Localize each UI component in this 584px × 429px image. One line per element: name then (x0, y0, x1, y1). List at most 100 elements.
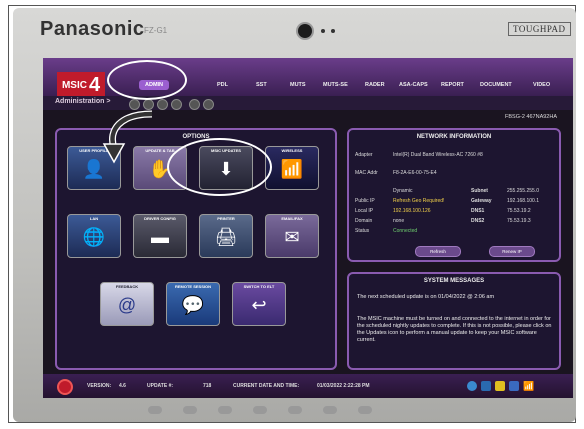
tab-document[interactable]: DOCUMENT (480, 82, 512, 88)
subnet-value: 255.255.255.0 (507, 188, 539, 194)
sensor-dot (321, 29, 325, 33)
local-ip-value: 192.168.100.126 (393, 208, 431, 214)
hardware-button[interactable] (323, 406, 337, 414)
subnet-label: Subnet (471, 188, 488, 194)
gateway-label: Gateway (471, 198, 492, 204)
domain-value: none (393, 218, 405, 224)
update-label: UPDATE #: (147, 383, 174, 389)
dns2-value: 75.53.19.3 (507, 218, 531, 224)
datetime-value: 01/03/2022 2:22:28 PM (317, 383, 370, 389)
tile-label: DRIVER CONFIG (144, 216, 176, 221)
mac-label: MAC Addr (355, 170, 378, 176)
status-label: Status (355, 228, 370, 234)
hardware-button[interactable] (288, 406, 302, 414)
annotation-circle-updates (167, 138, 272, 196)
tile-remote-session[interactable]: REMOTE SESSION 💬 (166, 282, 220, 326)
tile-label: LAN (89, 216, 99, 221)
display-icon[interactable] (509, 381, 519, 391)
globe-icon: 🌐 (82, 227, 106, 247)
annotation-arrow-icon (102, 110, 153, 164)
network-panel: NETWORK INFORMATION Adapter Intel(R) Dua… (347, 128, 561, 262)
breadcrumb[interactable]: Administration > (55, 98, 110, 105)
tab-pdl[interactable]: PDL (217, 82, 228, 88)
system-messages-panel: SYSTEM MESSAGES The next scheduled updat… (347, 272, 561, 370)
tablet-device: Panasonic FZ-G1 TOUGHPAD MSIC 4 ADMIN PDL… (13, 8, 576, 422)
tab-video[interactable]: VIDEO (533, 82, 550, 88)
tile-printer[interactable]: PRINTER 🖨 (199, 214, 253, 258)
nav-circle[interactable] (171, 99, 182, 110)
status-value: Connected (393, 228, 418, 234)
local-ip-label: Local IP (355, 208, 374, 214)
toughpad-badge: TOUGHPAD (508, 22, 571, 36)
power-icon[interactable] (57, 379, 73, 395)
annotation-circle-admin (107, 60, 187, 100)
network-title: NETWORK INFORMATION (416, 134, 492, 140)
camera-icon (298, 24, 312, 38)
tile-label: FEEDBACK (115, 284, 139, 289)
wifi-icon: 📶 (280, 159, 304, 179)
return-arrow-icon: ↩ (251, 295, 267, 315)
brand-logo: Panasonic (40, 18, 145, 40)
adapter-label: Adapter (355, 152, 373, 158)
serial-number: FBSG-2 467NA92HA (505, 114, 557, 120)
version-value: 4.6 (119, 383, 126, 389)
tile-label: REMOTE SESSION (174, 284, 211, 289)
wifi-tray-icon[interactable]: 📶 (523, 381, 534, 391)
printer-icon: 🖨 (214, 227, 238, 247)
logo-text: MSIC (61, 79, 87, 91)
messages-title: SYSTEM MESSAGES (423, 278, 485, 284)
hardware-button[interactable] (358, 406, 372, 414)
update-value: 718 (203, 383, 212, 389)
nav-circle[interactable] (189, 99, 200, 110)
public-ip-label: Public IP (355, 198, 375, 204)
tab-report[interactable]: REPORT (441, 82, 464, 88)
public-ip-value[interactable]: Refresh Geo Required! (393, 198, 444, 204)
sensor-dot (331, 29, 335, 33)
tile-label: SWITCH TO ELT (243, 284, 275, 289)
dns1-value: 75.53.19.2 (507, 208, 531, 214)
dns2-label: DNS2 (471, 218, 485, 224)
tab-sst[interactable]: SST (256, 82, 267, 88)
tile-switch-to-elt[interactable]: SWITCH TO ELT ↩ (232, 282, 286, 326)
envelope-icon: ✉ (284, 227, 300, 247)
tile-wireless[interactable]: WIRELESS 📶 (265, 146, 319, 190)
adapter-value: Intel(R) Dual Band Wireless-AC 7260 #8 (393, 152, 483, 158)
tile-feedback[interactable]: FEEDBACK @ (100, 282, 154, 326)
logo-number: 4 (88, 73, 101, 96)
tile-email-fax[interactable]: EMAIL/FAX ✉ (265, 214, 319, 258)
chat-icon: 💬 (181, 295, 205, 315)
tile-driver-config[interactable]: DRIVER CONFIG ▬ (133, 214, 187, 258)
hardware-button[interactable] (183, 406, 197, 414)
tab-muts-se[interactable]: MUTS-SE (323, 82, 348, 88)
tile-label: EMAIL/FAX (281, 216, 303, 221)
nav-circle[interactable] (203, 99, 214, 110)
folder-icon[interactable] (495, 381, 505, 391)
options-title: OPTIONS (182, 134, 210, 140)
domain-label: Domain (355, 218, 373, 224)
hardware-button[interactable] (218, 406, 232, 414)
tile-label: PRINTER (217, 216, 235, 221)
email-at-icon: @ (117, 295, 137, 315)
dns1-label: DNS1 (471, 208, 485, 214)
renew-ip-button[interactable]: Renew IP (489, 246, 535, 257)
status-bar: VERSION: 4.6 UPDATE #: 718 CURRENT DATE … (43, 374, 573, 398)
network-icon[interactable] (467, 381, 477, 391)
next-update-message: The next scheduled update is on 01/04/20… (357, 294, 495, 300)
app-icon[interactable] (481, 381, 491, 391)
tile-label: WIRELESS (281, 148, 303, 153)
hardware-button[interactable] (148, 406, 162, 414)
scanner-icon: ▬ (151, 227, 169, 247)
tab-muts[interactable]: MUTS (290, 82, 306, 88)
update-instructions-message: The MSIC machine must be turned on and c… (357, 316, 552, 343)
gateway-value: 192.168.100.1 (507, 198, 539, 204)
ip-mode: Dynamic (393, 188, 413, 194)
tab-asa-caps[interactable]: ASA-CAPS (399, 82, 428, 88)
tab-rader[interactable]: RADER (365, 82, 385, 88)
refresh-button[interactable]: Refresh (415, 246, 461, 257)
tile-lan[interactable]: LAN 🌐 (67, 214, 121, 258)
mac-value: F8-2A-E6-00-75-E4 (393, 170, 437, 176)
msic-logo: MSIC 4 (57, 72, 105, 98)
hardware-button[interactable] (253, 406, 267, 414)
model-label: FZ-G1 (144, 26, 168, 35)
datetime-label: CURRENT DATE AND TIME: (233, 383, 300, 389)
